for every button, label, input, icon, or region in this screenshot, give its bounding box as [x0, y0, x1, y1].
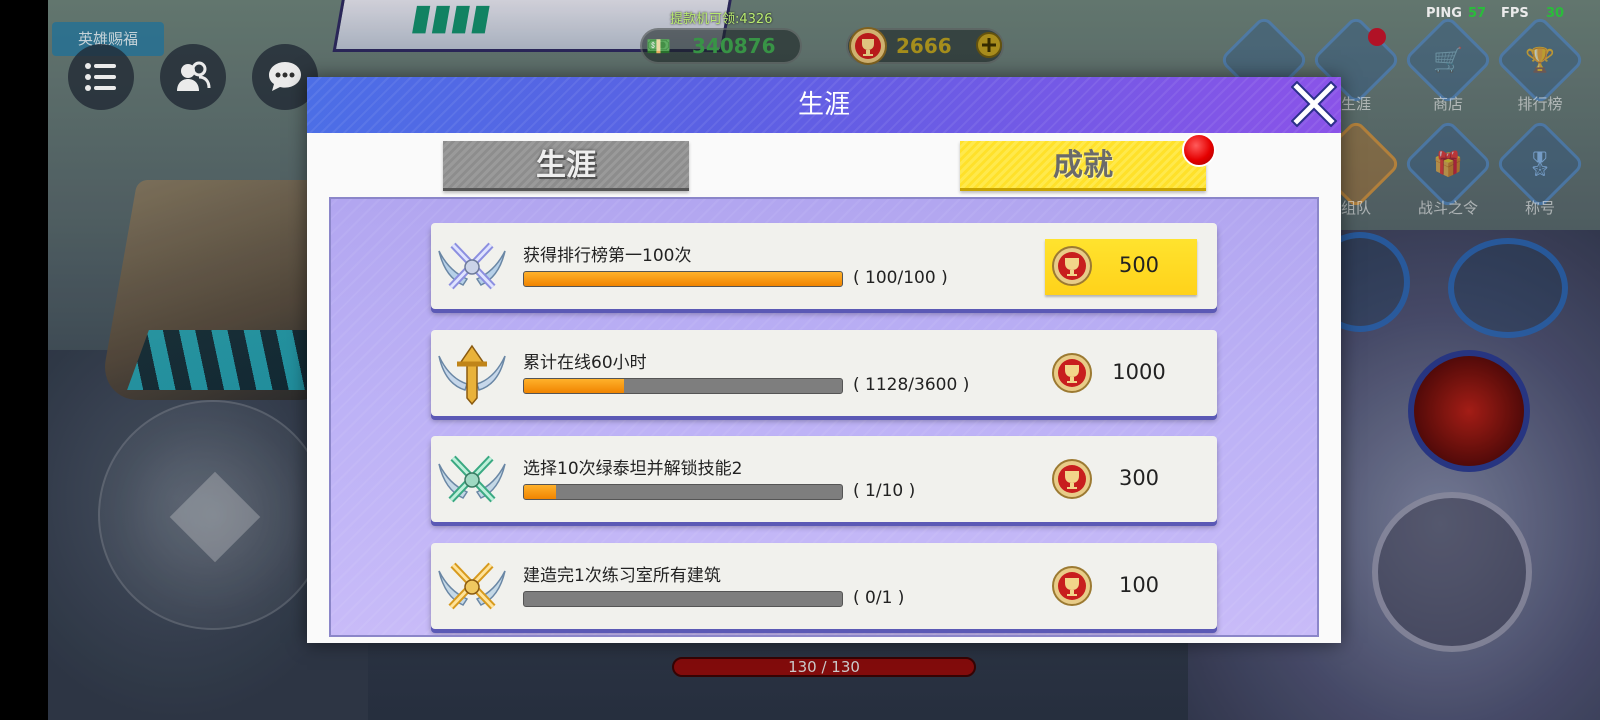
achievement-progress-bar	[523, 271, 843, 287]
achievement-progress-bar	[523, 378, 843, 394]
achievement-reward: 1000	[1112, 360, 1166, 384]
achievement-title: 建造完1次练习室所有建筑	[523, 566, 721, 586]
achievement-row: 建造完1次练习室所有建筑 ( 0/1 ) 100	[431, 543, 1217, 629]
achievement-reward: 100	[1118, 573, 1160, 597]
achievement-row: 选择10次绿泰坦并解锁技能2 ( 1/10 ) 300	[431, 436, 1217, 522]
achievement-progress-bar	[523, 591, 843, 607]
achievements-notification-dot	[1182, 133, 1216, 167]
achievement-row: 累计在线60小时 ( 1128/3600 ) 1000	[431, 330, 1217, 416]
achievement-title: 选择10次绿泰坦并解锁技能2	[523, 459, 743, 479]
tab-career[interactable]: 生涯	[443, 141, 689, 191]
achievement-progress-text: ( 100/100 )	[853, 268, 948, 288]
tab-achievements[interactable]: 成就	[960, 141, 1206, 191]
achievement-progress-text: ( 0/1 )	[853, 588, 905, 608]
dialog-title: 生涯	[797, 90, 850, 120]
achievement-progress-bar	[523, 484, 843, 500]
achievement-title: 累计在线60小时	[523, 353, 647, 373]
trophy-coin-icon	[1052, 353, 1092, 393]
achievement-list[interactable]: 获得排行榜第一100次 ( 100/100 ) 500 累计在线60小时 (1…	[329, 197, 1319, 637]
achievement-reward: 300	[1118, 466, 1160, 490]
progress-fill	[524, 272, 842, 286]
gold-winged-emblem-icon	[438, 344, 506, 406]
gold-crossed-swords-emblem-icon	[438, 562, 506, 610]
trophy-coin-icon	[1052, 459, 1092, 499]
progress-fill	[524, 485, 556, 499]
trophy-coin-icon	[1052, 246, 1092, 286]
silver-crossed-swords-emblem-icon	[438, 242, 506, 290]
progress-fill	[524, 379, 624, 393]
green-crossed-swords-emblem-icon	[438, 455, 506, 503]
achievement-progress-text: ( 1128/3600 )	[853, 375, 970, 395]
career-dialog: 生涯 生涯 成就 获得排行榜第一100次 ( 100/100 ) 500 累计在…	[307, 77, 1341, 643]
achievement-title: 获得排行榜第一100次	[523, 246, 692, 266]
trophy-coin-icon	[1052, 566, 1092, 606]
achievement-progress-text: ( 1/10 )	[853, 481, 916, 501]
achievement-row: 获得排行榜第一100次 ( 100/100 ) 500	[431, 223, 1217, 309]
close-icon[interactable]	[1291, 81, 1337, 127]
achievement-reward: 500	[1118, 253, 1160, 277]
